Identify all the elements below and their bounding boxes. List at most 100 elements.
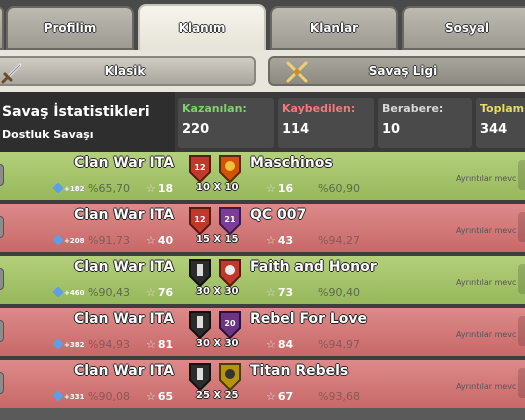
war-log-subtab-bar: Klasik Savaş Ligi [0,50,525,92]
tab-social[interactable]: Sosyal [402,6,525,50]
star-icon: ☆ [146,286,156,299]
star-icon: ☆ [146,390,156,403]
details-available-text[interactable]: Ayrıntılar mevc [456,174,516,183]
row-open-handle[interactable] [518,212,525,242]
stat-lost-value: 114 [282,122,310,137]
sword-icon [1,63,22,84]
war-log-row[interactable]: Clan War ITA 12 10 X 10 +182 %65,70 ☆ 18 … [0,152,525,204]
our-destruction-pct: %90,43 [88,286,130,299]
svg-text:20: 20 [224,319,236,328]
row-open-handle[interactable] [518,368,525,398]
war-log-row[interactable]: Clan War ITA 20 30 X 30 +382 %94,93 ☆ 81 … [0,308,525,360]
subtab-war-league[interactable]: Savaş Ligi [268,56,525,86]
opponent-destruction-pct: %94,97 [318,338,360,351]
our-destruction-pct: %91,73 [88,234,130,247]
star-icon: ☆ [266,182,276,195]
stat-won-value: 220 [182,122,210,137]
row-open-handle[interactable] [518,160,525,190]
opponent-clan-badge-icon [219,363,241,392]
main-tab-bar: Profilim Klanım Klanlar Sosyal [0,0,525,52]
row-expand-handle[interactable] [0,216,4,238]
svg-text:12: 12 [194,163,205,172]
war-xp: +208 [52,234,85,246]
crossed-swords-icon [286,61,308,83]
opponent-clan-badge-icon [219,155,241,184]
opponent-clan-badge-icon: 21 [219,207,241,236]
war-log-row[interactable]: Clan War ITA 30 X 30 +460 %90,43 ☆ 76 Fai… [0,256,525,308]
stat-total: Toplam 344 [476,98,525,148]
our-stars: ☆ 76 [146,286,173,299]
stat-total-value: 344 [480,122,508,137]
star-icon: ☆ [266,390,276,403]
opponent-stars: ☆ 84 [266,338,293,351]
row-open-handle[interactable] [518,316,525,346]
our-stars: ☆ 40 [146,234,173,247]
our-stars-value: 40 [157,234,174,247]
opponent-destruction-pct: %93,68 [318,390,360,403]
opponent-clan-name: Faith and Honor [250,259,377,275]
xp-icon [52,390,64,402]
war-size: 15 X 15 [196,234,239,245]
stat-lost-label: Kaybedilen: [282,102,356,115]
opponent-stars-value: 84 [277,338,294,351]
war-xp: +331 [52,390,85,402]
tab-my-clan[interactable]: Klanım [138,4,266,52]
statistics-subtitle: Dostluk Savaşı [2,128,94,141]
our-destruction-pct: %65,70 [88,182,130,195]
stat-draw-label: Berabere: [382,102,444,115]
row-expand-handle[interactable] [0,320,4,342]
opponent-clan-name: Titan Rebels [250,363,349,379]
star-icon: ☆ [266,338,276,351]
opponent-stars: ☆ 73 [266,286,293,299]
war-log-row[interactable]: Clan War ITA 25 X 25 +331 %90,08 ☆ 65 Tit… [0,360,525,408]
row-expand-handle[interactable] [0,268,4,290]
war-xp: +460 [52,286,84,298]
xp-icon [52,182,64,194]
war-size: 30 X 30 [196,338,239,349]
xp-icon [52,234,64,246]
opponent-clan-name: QC 007 [250,207,307,223]
our-destruction-pct: %90,08 [88,390,130,403]
our-clan-badge-icon [189,259,211,288]
row-open-handle[interactable] [518,264,525,294]
tab-clans[interactable]: Klanlar [270,6,398,50]
war-log-list: Clan War ITA 12 10 X 10 +182 %65,70 ☆ 18 … [0,152,525,420]
subtab-classic[interactable]: Klasik [0,56,256,86]
war-xp-value: +331 [64,393,85,401]
xp-icon [52,338,64,350]
star-icon: ☆ [146,338,156,351]
opponent-clan-name: Rebel For Love [250,311,368,327]
our-stars: ☆ 81 [146,338,173,351]
opponent-destruction-pct: %94,27 [318,234,360,247]
war-statistics-panel: Savaş İstatistikleri Dostluk Savaşı Kaza… [0,92,525,152]
star-icon: ☆ [266,286,276,299]
row-expand-handle[interactable] [0,164,4,186]
opponent-clan-badge-icon [219,259,241,288]
tab-profile[interactable]: Profilim [6,6,134,50]
details-available-text[interactable]: Ayrıntılar mevc [456,382,516,391]
our-stars-value: 76 [157,286,174,299]
war-xp: +382 [52,338,84,350]
stat-draw: Berabere: 10 [378,98,472,148]
war-log-row[interactable]: Clan War ITA 12 21 15 X 15 +208 %91,73 ☆… [0,204,525,256]
xp-icon [52,286,64,298]
our-stars: ☆ 65 [146,390,173,403]
details-available-text[interactable]: Ayrıntılar mevc [456,330,516,339]
svg-text:12: 12 [194,215,205,224]
details-available-text[interactable]: Ayrıntılar mevc [456,278,516,287]
opponent-stars-value: 43 [277,234,294,247]
details-available-text[interactable]: Ayrıntılar mevc [456,226,516,235]
our-clan-name: Clan War ITA [74,363,175,379]
row-expand-handle[interactable] [0,372,4,394]
opponent-stars: ☆ 43 [266,234,293,247]
star-icon: ☆ [146,234,156,247]
opponent-stars: ☆ 67 [266,390,293,403]
war-xp-value: +208 [64,237,85,245]
our-clan-name: Clan War ITA [74,207,175,223]
tab-overflow-left[interactable] [0,6,4,50]
our-stars-value: 65 [157,390,174,403]
our-clan-badge-icon [189,363,211,392]
our-stars-value: 18 [157,182,174,195]
statistics-title-block: Savaş İstatistikleri Dostluk Savaşı [0,92,175,152]
opponent-clan-name: Maschinos [250,155,333,171]
